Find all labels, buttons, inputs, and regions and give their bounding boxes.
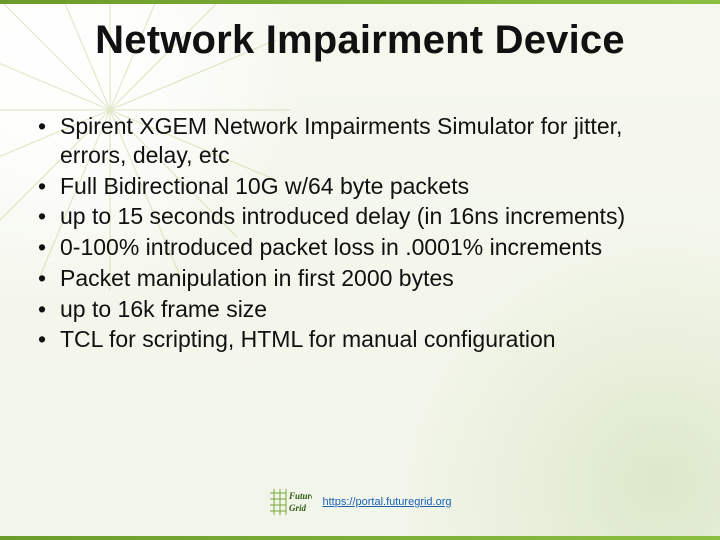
list-item: Full Bidirectional 10G w/64 byte packets — [38, 172, 682, 201]
list-item: up to 16k frame size — [38, 295, 682, 324]
list-item: 0-100% introduced packet loss in .0001% … — [38, 233, 682, 262]
bottom-accent-bar — [0, 536, 720, 540]
top-accent-bar — [0, 0, 720, 4]
list-item: Packet manipulation in first 2000 bytes — [38, 264, 682, 293]
logo-text-top: Future — [288, 491, 312, 501]
list-item: TCL for scripting, HTML for manual confi… — [38, 325, 682, 354]
list-item: up to 15 seconds introduced delay (in 16… — [38, 202, 682, 231]
list-item: Spirent XGEM Network Impairments Simulat… — [38, 112, 682, 170]
footer-link[interactable]: https://portal.futuregrid.org — [322, 496, 451, 508]
slide-title: Network Impairment Device — [0, 18, 720, 63]
slide: Network Impairment Device Spirent XGEM N… — [0, 0, 720, 540]
footer: Future Grid https://portal.futuregrid.or… — [0, 487, 720, 522]
futuregrid-logo-icon: Future Grid — [268, 487, 312, 517]
bullet-list: Spirent XGEM Network Impairments Simulat… — [38, 112, 682, 356]
logo-text-bot: Grid — [289, 503, 307, 513]
